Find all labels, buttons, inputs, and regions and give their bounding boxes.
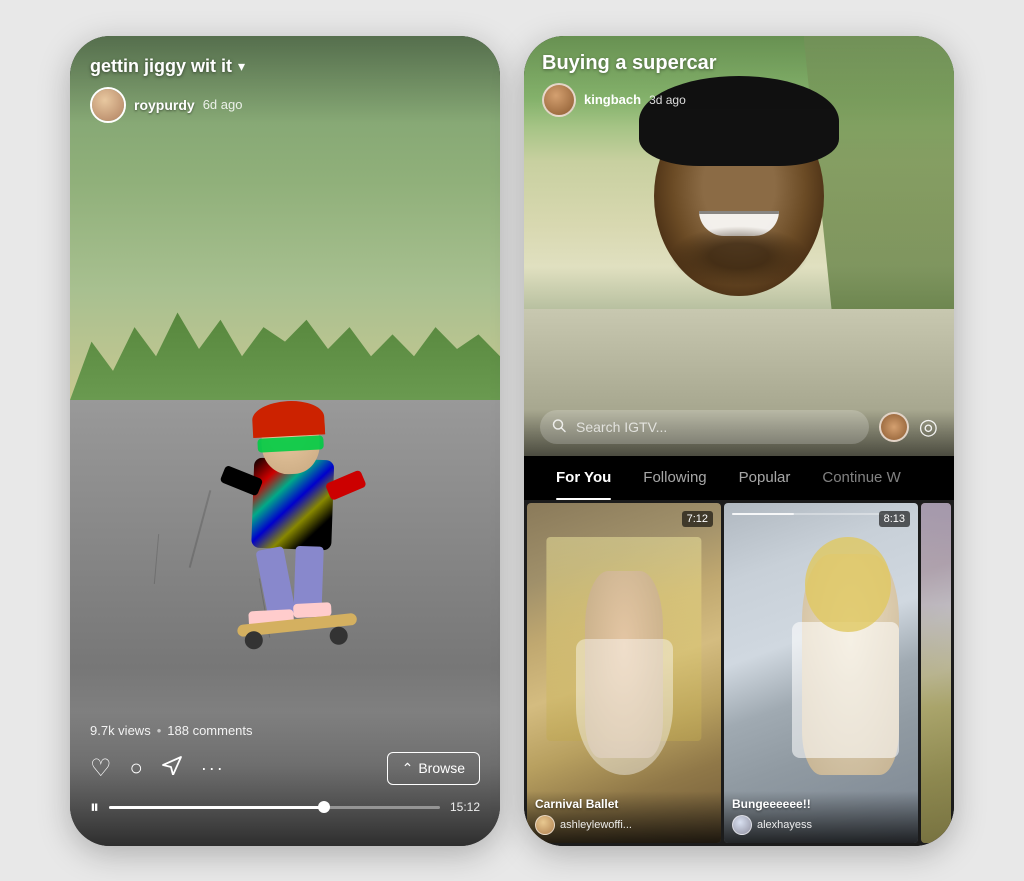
progress-track[interactable] — [109, 806, 440, 809]
thumb-card-3[interactable] — [921, 503, 951, 843]
stats-row: 9.7k views • 188 comments — [90, 723, 480, 738]
thumb-bottom-1: Carnival Ballet ashleylewoffi... — [527, 791, 721, 843]
skater-figure — [207, 395, 378, 623]
tree-strip — [70, 254, 500, 400]
phone-right: Buying a supercar kingbach 3d ago — [524, 36, 954, 846]
right-video-area: Buying a supercar kingbach 3d ago — [524, 36, 954, 456]
right-time-ago: 3d ago — [649, 93, 686, 107]
right-top-bar: Buying a supercar kingbach 3d ago — [524, 36, 954, 127]
face-container — [639, 96, 839, 336]
thumb-title-1: Carnival Ballet — [535, 797, 713, 811]
avatar-inner — [92, 89, 124, 121]
username-left[interactable]: roypurdy — [134, 97, 195, 113]
right-user-row: kingbach 3d ago — [542, 83, 936, 117]
dropdown-icon[interactable]: ▾ — [238, 58, 245, 75]
comment-icon[interactable]: ○ — [130, 755, 143, 781]
share-icon[interactable] — [161, 755, 183, 781]
view-count: 9.7k views — [90, 723, 151, 738]
tab-following[interactable]: Following — [627, 456, 722, 500]
thumb-avatar-2 — [732, 815, 752, 835]
progress-thumb — [318, 801, 330, 813]
progress-bar-container: ⏸ 15:12 — [90, 797, 480, 818]
action-icons: ♡ ○ ··· — [90, 754, 225, 783]
thumb-avatar-1 — [535, 815, 555, 835]
avatar-left[interactable] — [90, 87, 126, 123]
thumb-bottom-2: Bungeeeeee!! alexhayess — [724, 791, 918, 843]
phone-left: gettin jiggy wit it ▾ roypurdy 6d ago 9.… — [70, 36, 500, 846]
thumb-username-2: alexhayess — [757, 819, 812, 831]
thumb-username-1: ashleylewoffi... — [560, 819, 632, 831]
browse-arrow: ⌃ — [402, 760, 414, 777]
search-input[interactable] — [540, 410, 869, 444]
pause-button[interactable]: ⏸ — [90, 797, 99, 818]
browse-button[interactable]: ⌃ Browse — [387, 752, 480, 785]
thumb-title-2: Bungeeeeee!! — [732, 797, 910, 811]
right-video-title: Buying a supercar — [542, 52, 936, 75]
tab-for-you[interactable]: For You — [540, 456, 627, 500]
action-bar: ♡ ○ ··· ⌃ Browse — [90, 752, 480, 785]
thumb-duration-1: 7:12 — [682, 511, 713, 527]
thumb-bg-3 — [921, 503, 951, 843]
user-avatar-top-right[interactable] — [879, 412, 909, 442]
comment-count: 188 comments — [167, 723, 252, 738]
like-icon[interactable]: ♡ — [90, 754, 112, 783]
search-wrapper — [540, 410, 869, 444]
time-label: 15:12 — [450, 800, 480, 814]
thumb-card-2[interactable]: 8:13 Bungeeeeee!! alexhayess — [724, 503, 918, 843]
thumb-duration-2: 8:13 — [879, 511, 910, 527]
tabs-row: For You Following Popular Continue W — [524, 456, 954, 500]
browse-label: Browse — [418, 760, 465, 776]
thumb-progress-bar — [732, 513, 888, 515]
time-ago-left: 6d ago — [203, 97, 243, 112]
right-controls: ◎ — [524, 410, 954, 456]
left-top-overlay: gettin jiggy wit it ▾ roypurdy 6d ago — [70, 36, 500, 123]
left-bottom-overlay: 9.7k views • 188 comments ♡ ○ ··· ⌃ — [70, 711, 500, 846]
screenshot-container: gettin jiggy wit it ▾ roypurdy 6d ago 9.… — [0, 0, 1024, 881]
more-icon[interactable]: ··· — [201, 758, 225, 779]
thumb-card-1[interactable]: 7:12 Carnival Ballet ashleylewoffi... — [527, 503, 721, 843]
right-username[interactable]: kingbach — [584, 92, 641, 107]
progress-fill — [109, 806, 324, 809]
video-title: gettin jiggy wit it — [90, 56, 232, 77]
thumbnails-area: 7:12 Carnival Ballet ashleylewoffi... — [524, 500, 954, 846]
dot-separator: • — [157, 723, 162, 738]
tab-continue[interactable]: Continue W — [806, 456, 916, 500]
tab-popular[interactable]: Popular — [723, 456, 807, 500]
video-title-row: gettin jiggy wit it ▾ — [90, 56, 480, 77]
user-row: roypurdy 6d ago — [90, 87, 480, 123]
settings-icon[interactable]: ◎ — [919, 414, 938, 440]
right-user-avatar[interactable] — [542, 83, 576, 117]
thumb-user-row-2: alexhayess — [732, 815, 910, 835]
thumb-user-row-1: ashleylewoffi... — [535, 815, 713, 835]
